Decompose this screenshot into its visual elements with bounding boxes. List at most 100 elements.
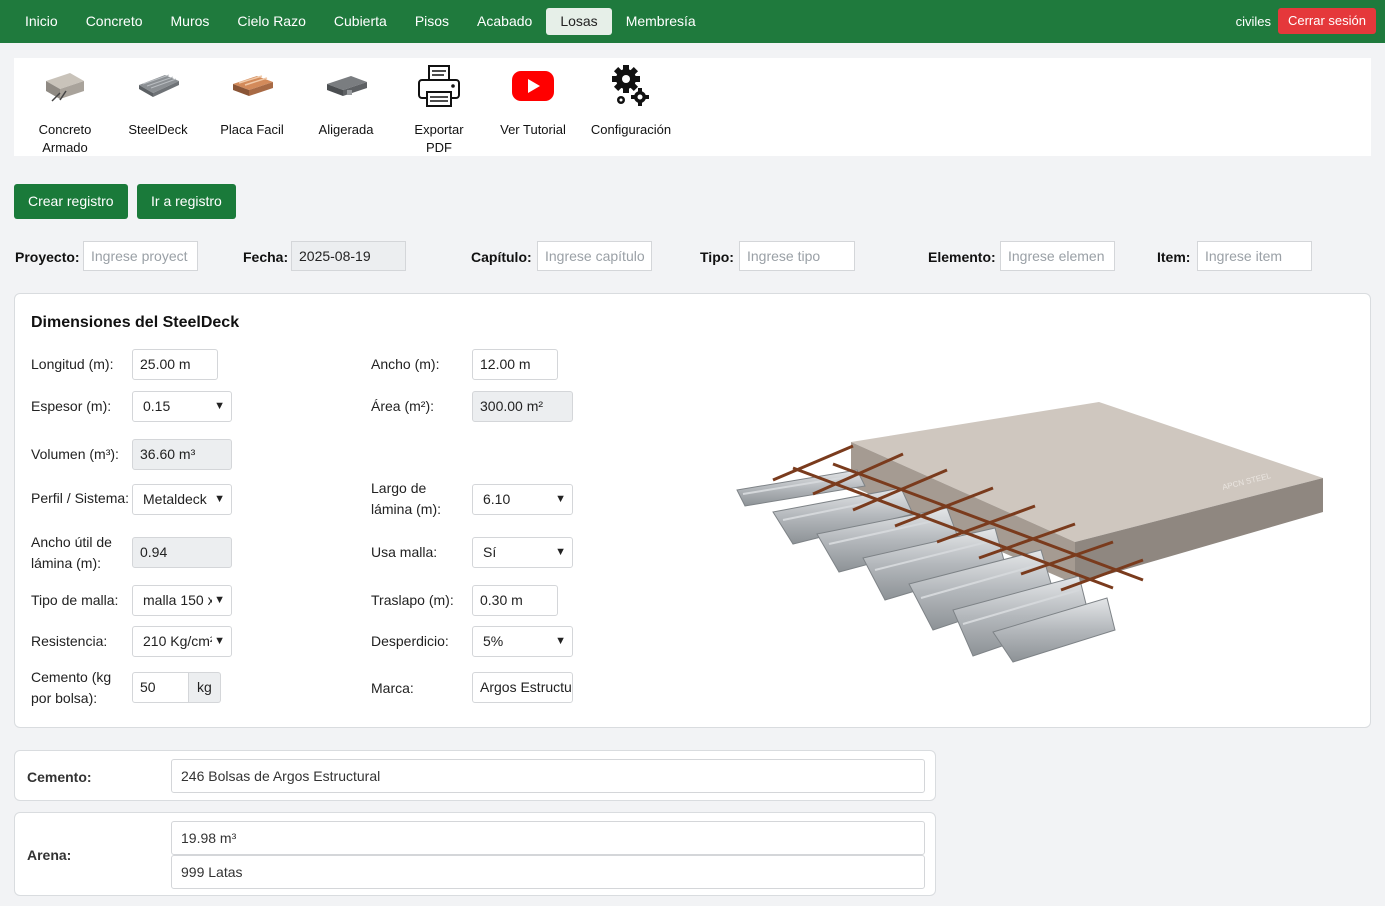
aligerada-icon (311, 64, 381, 108)
chevron-down-icon: ▼ (555, 493, 566, 505)
nav-acabado[interactable]: Acabado (463, 8, 546, 35)
tool-configuracion[interactable]: Configuración (588, 64, 674, 139)
tool-exportar-pdf[interactable]: Exportar PDF (406, 64, 472, 157)
cemento-kg-unit: kg (189, 672, 221, 703)
tool-label: Placa Facil (220, 122, 284, 137)
crear-registro-button[interactable]: Crear registro (14, 184, 128, 219)
tool-placa-facil[interactable]: Placa Facil (219, 64, 285, 139)
logout-button[interactable]: Cerrar sesión (1277, 8, 1376, 34)
nav-losas[interactable]: Losas (546, 8, 612, 35)
elemento-input[interactable]: Ingrese elemen (1000, 241, 1115, 271)
arena-result-volume: 19.98 m³ (171, 821, 925, 855)
largo-lamina-select[interactable]: 6.10 ▼ (472, 484, 573, 515)
desperdicio-label: Desperdicio: (371, 633, 449, 649)
cemento-kg-input[interactable]: 50 (132, 672, 189, 703)
tool-label: Concreto Armado (38, 122, 92, 155)
usa-malla-value: Sí (483, 544, 497, 560)
nav-concreto[interactable]: Concreto (72, 8, 157, 35)
traslapo-label: Traslapo (m): (371, 592, 454, 608)
ancho-util-label: Ancho útil de lámina (m): (31, 534, 112, 571)
tool-steeldeck[interactable]: SteelDeck (126, 64, 190, 139)
ancho-util-output: 0.94 (132, 537, 232, 568)
steeldeck-illustration: APCN STEEL (733, 394, 1329, 674)
longitud-input[interactable]: 25.00 m (132, 349, 218, 380)
user-name: civiles (1235, 13, 1271, 29)
tool-label: Aligerada (318, 122, 374, 137)
espesor-value: 0.15 (143, 398, 171, 414)
arena-result-label: Arena: (27, 847, 72, 863)
elemento-label: Elemento: (928, 249, 996, 265)
usa-malla-label: Usa malla: (371, 544, 438, 560)
area-label: Área (m²): (371, 398, 434, 414)
placa-facil-icon (219, 64, 285, 108)
tool-ver-tutorial[interactable]: Ver Tutorial (497, 64, 569, 139)
item-input[interactable]: Ingrese item (1197, 241, 1312, 271)
volumen-output: 36.60 m³ (132, 439, 232, 470)
chevron-down-icon: ▼ (212, 627, 225, 656)
tools-toolbar: Concreto Armado SteelDeck Placa Facil Al… (14, 58, 1371, 156)
tipo-malla-select[interactable]: malla 150 x ▼ (132, 585, 232, 616)
chevron-down-icon: ▼ (214, 493, 225, 505)
tipo-input[interactable]: Ingrese tipo (739, 241, 855, 271)
nav-cielo-razo[interactable]: Cielo Razo (223, 8, 319, 35)
fecha-label: Fecha: (243, 249, 289, 265)
card-title: Dimensiones del SteelDeck (31, 314, 240, 331)
largo-lamina-value: 6.10 (483, 491, 511, 507)
cemento-result-output: 246 Bolsas de Argos Estructural (171, 759, 925, 793)
steeldeck-icon (126, 64, 190, 108)
espesor-label: Espesor (m): (31, 398, 112, 414)
capitulo-label: Capítulo: (471, 249, 532, 265)
tipo-malla-label: Tipo de malla: (31, 592, 119, 608)
chevron-down-icon: ▼ (555, 546, 566, 558)
perfil-select[interactable]: Metaldeck ▼ (132, 484, 232, 515)
concrete-slab-icon (30, 64, 100, 108)
resistencia-select[interactable]: 210 Kg/cm² ▼ (132, 626, 232, 657)
gear-icon (588, 64, 674, 108)
steeldeck-dimensions-card: Dimensiones del SteelDeck Longitud (m): … (14, 293, 1371, 728)
nav-membresia[interactable]: Membresía (612, 8, 710, 35)
proyecto-label: Proyecto: (15, 249, 80, 265)
espesor-select[interactable]: 0.15 ▼ (132, 391, 232, 422)
arena-result-latas: 999 Latas (171, 855, 925, 889)
marca-label: Marca: (371, 680, 414, 696)
youtube-icon (497, 64, 569, 108)
desperdicio-select[interactable]: 5% ▼ (472, 626, 573, 657)
tool-label: Exportar PDF (414, 122, 464, 155)
cemento-kg-label: Cemento (kg por bolsa): (31, 669, 112, 706)
chevron-down-icon: ▼ (212, 586, 225, 615)
resistencia-value: 210 Kg/cm² (143, 633, 215, 649)
usa-malla-select[interactable]: Sí ▼ (472, 537, 573, 568)
nav-muros[interactable]: Muros (157, 8, 224, 35)
capitulo-input[interactable]: Ingrese capítulo (537, 241, 652, 271)
nav-inicio[interactable]: Inicio (11, 8, 72, 35)
cemento-result-card: Cemento: 246 Bolsas de Argos Estructural (14, 750, 936, 801)
nav-cubierta[interactable]: Cubierta (320, 8, 401, 35)
tool-label: Configuración (590, 122, 672, 137)
resistencia-label: Resistencia: (31, 633, 108, 649)
fecha-input[interactable]: 2025-08-19 (291, 241, 406, 271)
ancho-label: Ancho (m): (371, 356, 440, 372)
chevron-down-icon: ▼ (555, 635, 566, 647)
perfil-value: Metaldeck (143, 491, 207, 507)
largo-lamina-label: Largo de lámina (m): (371, 480, 442, 517)
nav-pisos[interactable]: Pisos (401, 8, 463, 35)
tool-label: Ver Tutorial (500, 122, 566, 137)
tool-concreto-armado[interactable]: Concreto Armado (30, 64, 100, 157)
printer-icon (406, 64, 472, 108)
tipo-malla-value: malla 150 x (143, 592, 215, 608)
volumen-label: Volumen (m³): (31, 446, 119, 462)
marca-input[interactable]: Argos Estructural (472, 672, 573, 703)
ancho-input[interactable]: 12.00 m (472, 349, 558, 380)
chevron-down-icon: ▼ (214, 400, 225, 412)
cemento-result-label: Cemento: (27, 769, 92, 785)
longitud-label: Longitud (m): (31, 356, 114, 372)
arena-result-card: Arena: 19.98 m³ 999 Latas (14, 812, 936, 896)
proyecto-input[interactable]: Ingrese proyect (83, 241, 198, 271)
desperdicio-value: 5% (483, 633, 504, 649)
tool-label: SteelDeck (128, 122, 188, 137)
traslapo-input[interactable]: 0.30 m (472, 585, 558, 616)
perfil-label: Perfil / Sistema: (31, 490, 130, 506)
tool-aligerada[interactable]: Aligerada (311, 64, 381, 139)
area-output: 300.00 m² (472, 391, 573, 422)
ir-registro-button[interactable]: Ir a registro (137, 184, 236, 219)
